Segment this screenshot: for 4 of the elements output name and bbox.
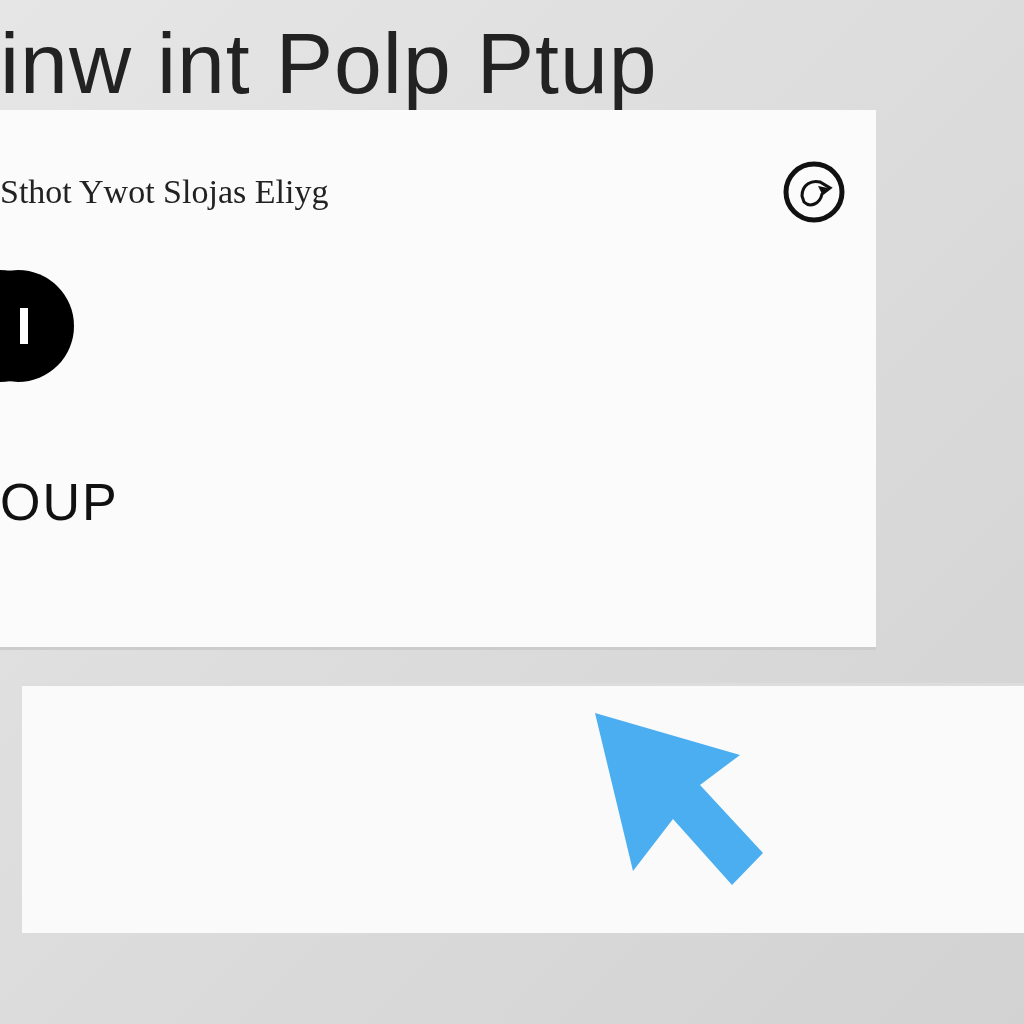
card-label: OUP [0, 472, 120, 532]
page-title: inw int Polp Ptup [0, 14, 659, 110]
bird-badge-icon [782, 160, 846, 224]
card-subtitle: Sthot Ywot Slojas Eliyg [0, 173, 329, 211]
